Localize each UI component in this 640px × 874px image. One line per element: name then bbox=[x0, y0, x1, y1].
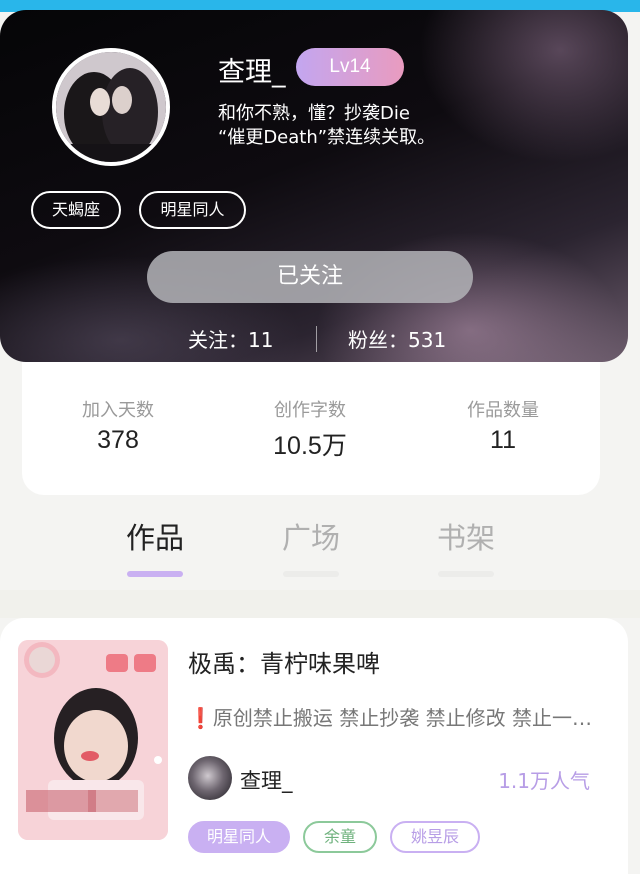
tab-works[interactable]: 作品 bbox=[105, 515, 205, 577]
stat-value: 11 bbox=[490, 426, 516, 454]
author-avatar[interactable] bbox=[188, 756, 232, 800]
profile-bio: 和你不熟，懂？抄袭Die “催更Death”禁连续关取。 bbox=[218, 102, 598, 150]
profile-header: 查理_ Lv14 和你不熟，懂？抄袭Die “催更Death”禁连续关取。 天蝎… bbox=[0, 10, 628, 362]
author-name[interactable]: 查理_ bbox=[240, 765, 293, 795]
bio-line-2: “催更Death”禁连续关取。 bbox=[218, 127, 436, 148]
profile-tag-category[interactable]: 明星同人 bbox=[139, 191, 246, 229]
tab-indicator bbox=[283, 571, 339, 577]
stat-works-count: 作品数量 11 bbox=[423, 396, 583, 455]
username: 查理_ bbox=[218, 57, 286, 88]
tab-label: 广场 bbox=[281, 521, 340, 555]
book-cover-image bbox=[18, 640, 168, 840]
followers-count[interactable]: 粉丝：531 bbox=[348, 324, 446, 353]
bio-line-1: 和你不熟，懂？抄袭Die bbox=[218, 103, 410, 124]
stat-label: 作品数量 bbox=[467, 400, 539, 421]
tab-label: 书架 bbox=[436, 521, 495, 555]
tab-active-indicator bbox=[127, 571, 183, 577]
level-badge: Lv14 bbox=[296, 48, 404, 86]
stat-label: 创作字数 bbox=[274, 400, 346, 421]
stat-value: 378 bbox=[97, 426, 139, 454]
tab-label: 作品 bbox=[125, 521, 184, 555]
book-title[interactable]: 极禹：青柠味果啤 bbox=[188, 644, 380, 679]
stat-label: 加入天数 bbox=[82, 400, 154, 421]
tab-indicator bbox=[438, 571, 494, 577]
stat-word-count: 创作字数 10.5万 bbox=[230, 396, 390, 462]
book-tag-character[interactable]: 姚昱辰 bbox=[390, 821, 480, 853]
profile-tag-zodiac[interactable]: 天蝎座 bbox=[31, 191, 121, 229]
stat-value: 10.5万 bbox=[273, 432, 347, 460]
content-tabs: 作品 广场 书架 bbox=[0, 495, 640, 590]
stats-card: 加入天数 378 创作字数 10.5万 作品数量 11 bbox=[22, 362, 600, 495]
tab-bookshelf[interactable]: 书架 bbox=[416, 515, 516, 577]
book-description: ❗原创禁止搬运 禁止抄袭 禁止修改 禁止一… bbox=[188, 706, 592, 730]
following-count[interactable]: 关注：11 bbox=[188, 324, 273, 353]
popularity-count: 1.1万人气 bbox=[498, 769, 590, 793]
book-card[interactable]: 极禹：青柠味果啤 ❗原创禁止搬运 禁止抄袭 禁止修改 禁止一… 查理_ 1.1万… bbox=[0, 618, 628, 874]
profile-avatar[interactable] bbox=[52, 48, 170, 166]
book-cover[interactable] bbox=[18, 640, 168, 840]
avatar-photo bbox=[56, 52, 166, 162]
stat-join-days: 加入天数 378 bbox=[38, 396, 198, 455]
section-separator bbox=[0, 590, 640, 618]
follow-button[interactable]: 已关注 bbox=[147, 251, 473, 303]
tab-plaza[interactable]: 广场 bbox=[261, 515, 361, 577]
book-tag-character[interactable]: 余童 bbox=[303, 821, 377, 853]
book-tag-category[interactable]: 明星同人 bbox=[188, 821, 290, 853]
stats-divider bbox=[316, 326, 317, 352]
